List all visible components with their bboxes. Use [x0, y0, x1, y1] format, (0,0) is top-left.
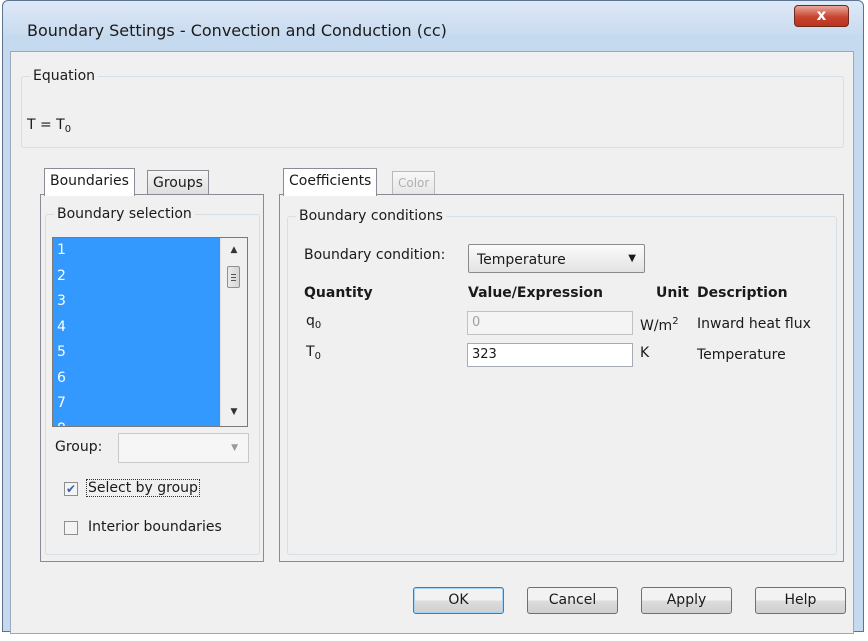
list-item[interactable]: 7	[53, 395, 221, 421]
list-item[interactable]: 2	[53, 268, 221, 294]
list-item[interactable]: 6	[53, 370, 221, 396]
boundary-condition-select[interactable]: Temperature ▼	[468, 244, 645, 273]
q0-value-field: 0	[467, 311, 633, 335]
group-field-label: Group:	[55, 439, 103, 455]
tab-groups[interactable]: Groups	[147, 170, 209, 194]
list-item[interactable]: 5	[53, 344, 221, 370]
scroll-down-arrow-icon[interactable]: ▼	[226, 404, 242, 420]
quantity-q0: q0	[306, 313, 322, 331]
t0-value-field[interactable]: 323	[467, 343, 633, 367]
equation-text: T = T0	[27, 117, 72, 135]
window-title: Boundary Settings - Convection and Condu…	[27, 21, 447, 40]
list-item[interactable]: 1	[53, 238, 221, 268]
close-icon: x	[816, 6, 827, 24]
tab-boundaries[interactable]: Boundaries	[44, 168, 135, 196]
boundary-condition-label: Boundary condition:	[304, 247, 446, 263]
chevron-down-icon: ▼	[231, 443, 238, 453]
quantity-t0: T0	[306, 344, 321, 362]
t0-description: Temperature	[697, 347, 786, 363]
header-value: Value/Expression	[468, 285, 603, 301]
boundary-listbox[interactable]: 1 2 3 4 5 6 7 8 ▲ ▼	[52, 237, 248, 427]
interior-boundaries-label[interactable]: Interior boundaries	[88, 519, 222, 535]
list-item[interactable]: 8	[53, 421, 221, 426]
tab-coefficients[interactable]: Coefficients	[283, 168, 378, 196]
chevron-down-icon: ▼	[628, 253, 636, 264]
header-description: Description	[697, 285, 788, 301]
title-bar[interactable]: Boundary Settings - Convection and Condu…	[3, 1, 863, 40]
interior-boundaries-checkbox[interactable]	[64, 521, 78, 535]
scroll-up-arrow-icon[interactable]: ▲	[226, 242, 242, 258]
apply-button[interactable]: Apply	[641, 587, 732, 614]
scroll-thumb[interactable]	[227, 266, 240, 288]
equation-group-label: Equation	[30, 68, 99, 84]
select-by-group-label[interactable]: Select by group	[86, 479, 200, 497]
boundary-condition-value: Temperature	[477, 252, 566, 268]
t0-unit: K	[640, 345, 650, 361]
cancel-button[interactable]: Cancel	[527, 587, 618, 614]
select-by-group-checkbox[interactable]: ✔	[64, 482, 78, 496]
list-item[interactable]: 3	[53, 293, 221, 319]
header-quantity: Quantity	[304, 285, 373, 301]
tab-color: Color	[392, 171, 436, 194]
group-combobox[interactable]: ▼	[118, 433, 249, 463]
ok-button[interactable]: OK	[413, 587, 504, 614]
q0-unit: W/m2	[640, 316, 679, 334]
boundary-selection-label: Boundary selection	[54, 206, 195, 222]
boundary-conditions-label: Boundary conditions	[296, 208, 446, 224]
list-item[interactable]: 4	[53, 319, 221, 345]
header-unit: Unit	[656, 285, 689, 301]
list-scrollbar[interactable]: ▲ ▼	[220, 238, 247, 426]
close-button[interactable]: x	[794, 5, 849, 27]
equation-group: Equation T = T0	[21, 68, 844, 148]
help-button[interactable]: Help	[755, 587, 846, 614]
q0-description: Inward heat flux	[697, 316, 811, 332]
